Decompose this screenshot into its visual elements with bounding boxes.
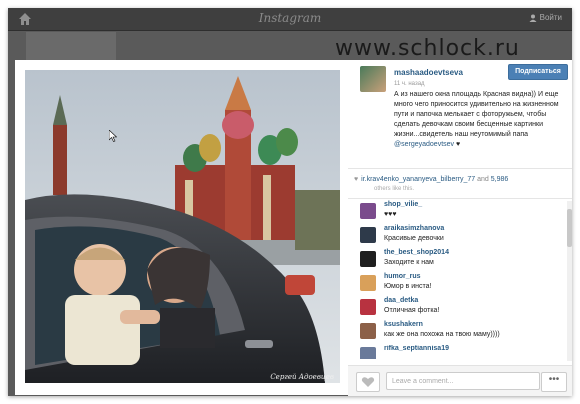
likes-line: ♥ ir.krav4enko_yananyeva_bilberry_77 and … [354,176,569,183]
comment-text: Юмор в инста! [384,283,432,290]
heart-glyph: ♥ [455,141,461,148]
browser-page: Instagram Войти www.schlock.ru Сергей Ад… [8,8,572,396]
comment-avatar[interactable] [360,275,376,291]
comment-text: как же она похожа на твою маму)))) [384,331,500,338]
comment-item: rifka_septiannisa19 [360,345,560,359]
more-options-button[interactable]: ••• [541,372,567,392]
post-timestamp: 11 ч. назад [394,81,425,87]
comment-bar: ••• [348,365,572,396]
post-photo[interactable]: Сергей Адоевцев [25,70,340,383]
comment-item: daa_detka Отличная фотка! [360,297,560,321]
divider [348,198,572,199]
login-link[interactable]: Войти [529,13,562,22]
post-text: А из нашего окна площадь Красная видна))… [394,90,569,150]
comment-text: Заходите к нам [384,259,434,266]
login-label: Войти [539,13,562,22]
mention-link[interactable]: @sergeyadoevtsev [394,141,454,148]
comment-avatar[interactable] [360,203,376,219]
likes-count[interactable]: 5,986 [491,176,509,183]
site-watermark: www.schlock.ru [335,36,520,61]
post-body: А из нашего окна площадь Красная видна))… [394,91,559,138]
likes-and: and [477,176,489,183]
mouse-cursor-icon [109,130,117,142]
scrollbar-thumb[interactable] [567,209,572,247]
comment-username[interactable]: the_best_shop2014 [384,249,449,256]
divider [348,168,572,169]
background-feed [26,32,116,62]
comments-scrollbar[interactable] [567,201,572,361]
comment-avatar[interactable] [360,299,376,315]
follow-button[interactable]: Подписаться [508,64,568,80]
comment-item: ksushakern как же она похожа на твою мам… [360,321,560,345]
comment-username[interactable]: shop_vilie_ [384,201,422,208]
top-navigation-bar: Instagram Войти [8,8,572,31]
photo-caption: Сергей Адоевцев [270,373,334,381]
author-avatar[interactable] [360,66,386,92]
post-sidebar: mashaadoevtseva Подписаться 11 ч. назад … [348,60,572,396]
comment-avatar[interactable] [360,323,376,339]
comment-item: shop_vilie_ ♥♥♥ [360,201,560,225]
comment-text: Отличная фотка! [384,307,440,314]
comment-username[interactable]: araikasimzhanova [384,225,444,232]
like-button[interactable] [356,372,380,392]
author-username[interactable]: mashaadoevtseva [394,68,463,77]
like-heart-icon: ♥ [354,176,359,183]
heart-outline-icon [361,377,375,387]
brand-logo[interactable]: Instagram [8,11,572,25]
comment-input[interactable] [386,372,540,390]
likes-suffix: others like this. [374,186,415,192]
comment-item: the_best_shop2014 Заходите к нам [360,249,560,273]
comment-username[interactable]: ksushakern [384,321,423,328]
comment-avatar[interactable] [360,227,376,243]
comment-text: Красивые девочки [384,235,444,242]
comment-text: ♥♥♥ [384,211,397,218]
comment-item: araikasimzhanova Красивые девочки [360,225,560,249]
comment-username[interactable]: humor_rus [384,273,421,280]
comment-avatar[interactable] [360,251,376,267]
user-icon [529,14,537,22]
comment-username[interactable]: rifka_septiannisa19 [384,345,449,352]
comment-avatar[interactable] [360,347,376,359]
comment-item: humor_rus Юмор в инста! [360,273,560,297]
kremlin-photo-image [25,70,340,383]
likers-list[interactable]: ir.krav4enko_yananyeva_bilberry_77 [361,176,475,183]
comment-username[interactable]: daa_detka [384,297,418,304]
photo-modal: Сергей Адоевцев mashaadoevtseva Подписат… [15,60,572,396]
